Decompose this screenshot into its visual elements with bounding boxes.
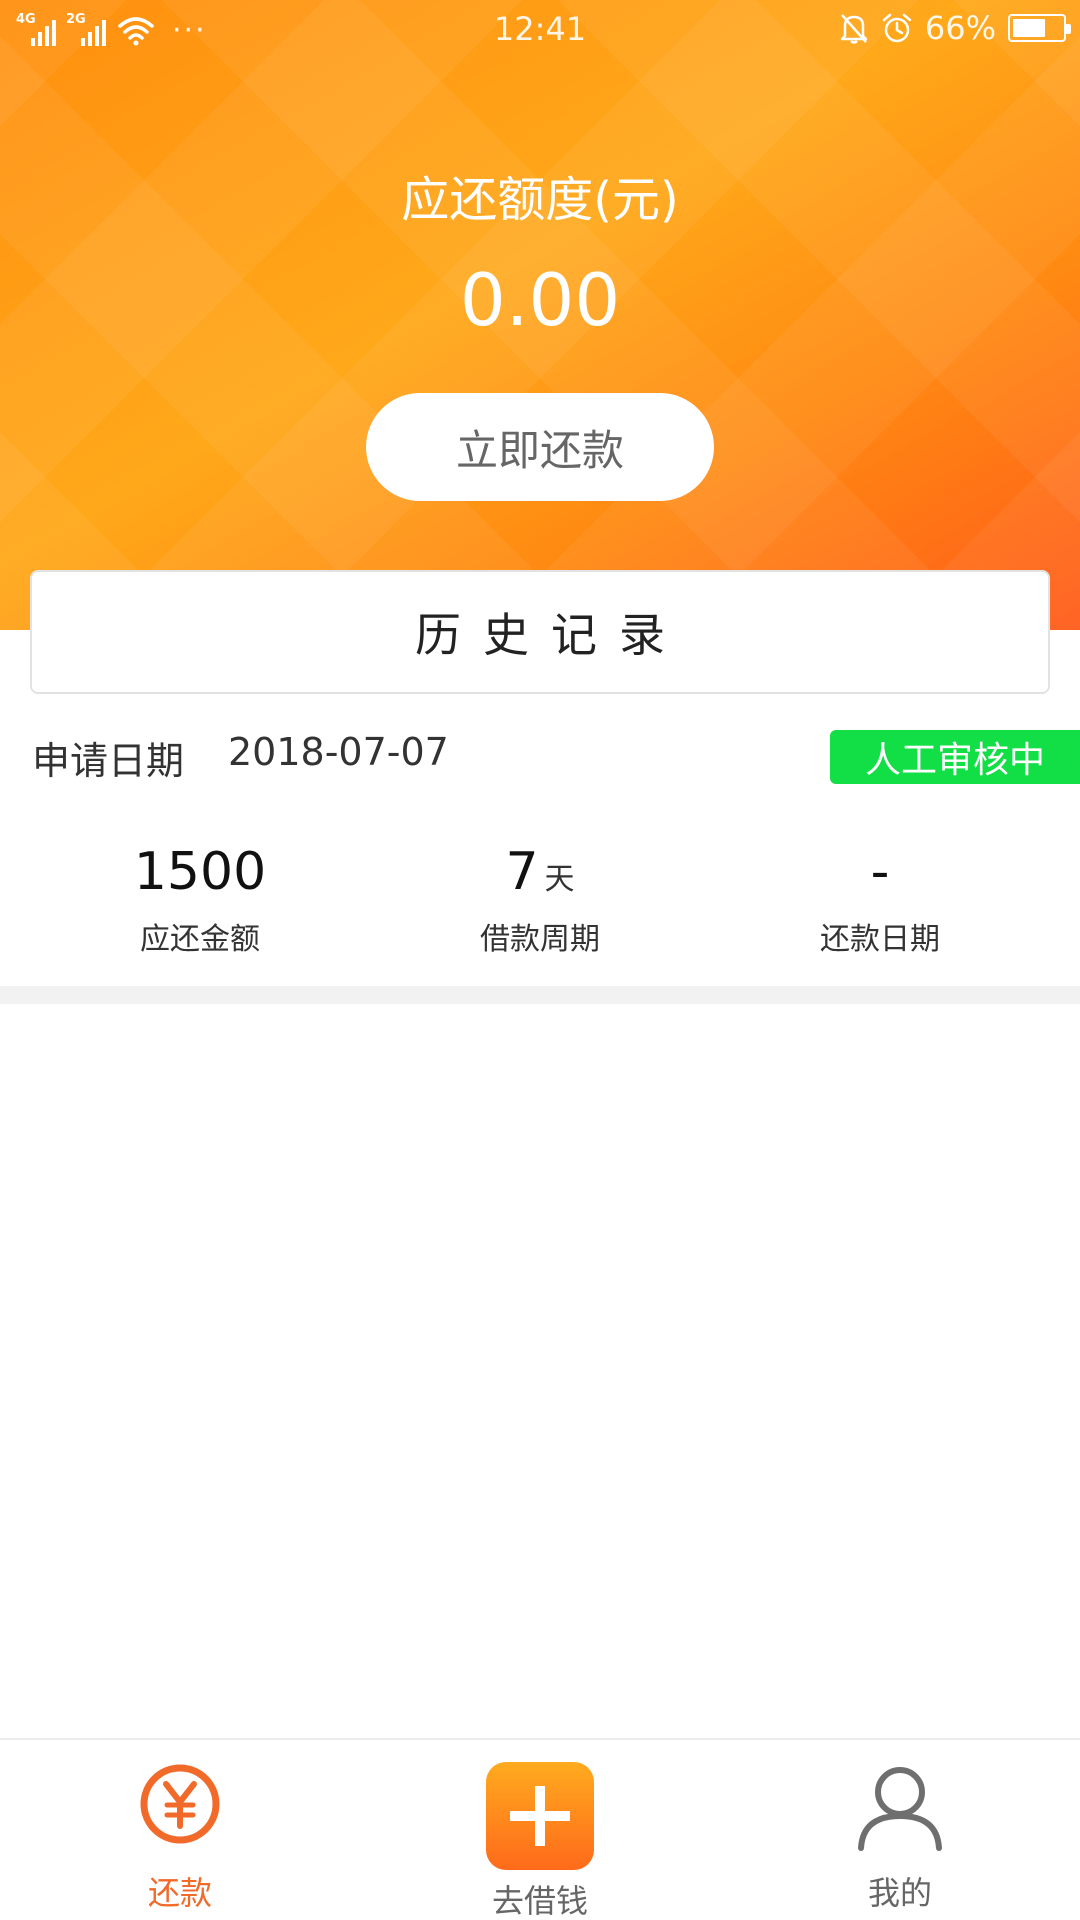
stat-amount-due: 1500 应还金额	[30, 840, 370, 958]
header-banner: 4G 2G ··· 12:41 66% 应还额度(元) 0.00 立即还款	[0, 0, 1080, 630]
plus-square-icon	[486, 1762, 594, 1870]
bell-muted-icon	[840, 14, 868, 44]
repay-now-button[interactable]: 立即还款	[366, 393, 714, 501]
status-right: 66%	[839, 9, 1071, 47]
application-date-label: 申请日期	[32, 739, 185, 783]
bottom-nav: 还款 去借钱 我的	[0, 1738, 1080, 1920]
stat-label: 应还金额	[140, 922, 260, 957]
status-badge: 人工审核中	[830, 730, 1080, 784]
history-records-card[interactable]: 历史记录	[30, 570, 1050, 694]
loan-record[interactable]: 申请日期 2018-07-07 人工审核中 1500 应还金额 7天 借款周期 …	[0, 700, 1080, 985]
battery-level	[1013, 19, 1045, 37]
battery-percent: 66%	[924, 9, 996, 47]
nav-item-borrow[interactable]: 去借钱	[440, 1740, 640, 1920]
nav-item-mine[interactable]: 我的	[800, 1740, 1000, 1920]
stat-unit: 天	[544, 862, 575, 897]
stat-loan-period: 7天 借款周期	[370, 840, 710, 958]
user-icon	[858, 1767, 942, 1851]
nav-label: 我的	[867, 1874, 932, 1912]
battery-icon	[1008, 14, 1071, 42]
yuan-circle-icon	[140, 1764, 220, 1844]
stat-value: 7	[505, 842, 539, 902]
stat-label: 还款日期	[820, 922, 940, 957]
stat-repay-date: - 还款日期	[710, 840, 1050, 958]
application-date: 2018-07-07	[228, 730, 449, 774]
stat-value: -	[870, 842, 890, 902]
nav-item-repay[interactable]: 还款	[80, 1740, 280, 1920]
stat-label: 借款周期	[480, 922, 600, 957]
nav-label: 去借钱	[491, 1882, 588, 1920]
section-divider	[0, 986, 1080, 1004]
stat-value: 1500	[133, 842, 267, 902]
nav-label: 还款	[147, 1874, 212, 1912]
alarm-icon	[882, 13, 912, 43]
amount-due-value: 0.00	[459, 258, 621, 342]
status-bar: 4G 2G ··· 12:41 66%	[0, 0, 1080, 56]
amount-due-label: 应还额度(元)	[401, 172, 679, 228]
